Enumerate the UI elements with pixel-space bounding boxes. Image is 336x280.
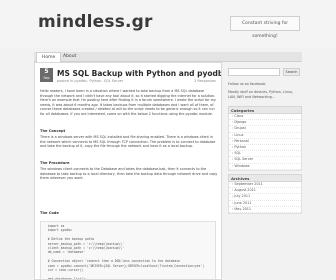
concept-text: There is a windows server with MS SQL in… bbox=[40, 135, 216, 149]
category-item[interactable]: ›Windows bbox=[229, 164, 301, 170]
category-item-label: Linux bbox=[234, 132, 244, 137]
site-header: mindless.gr Constant striving for someth… bbox=[0, 0, 336, 48]
sidebar: Search Follow us on facebook Mostly stuf… bbox=[228, 62, 302, 280]
procedure-text: The windows client connects to the Datab… bbox=[40, 167, 218, 181]
code-heading: The Code bbox=[40, 211, 59, 215]
search-input[interactable] bbox=[228, 68, 280, 76]
search-button[interactable]: Search bbox=[283, 68, 300, 76]
concept-heading: The Concept bbox=[40, 129, 66, 133]
site-logo[interactable]: mindless.gr bbox=[38, 12, 153, 32]
category-item-label: Drupal bbox=[234, 126, 246, 131]
post-title[interactable]: MS SQL Backup with Python and pyodbc bbox=[57, 69, 221, 78]
code-block: import os import pyodbc # Define the bac… bbox=[40, 221, 216, 279]
archive-item-label: September 2011 bbox=[234, 182, 263, 186]
post-date-badge: 5 Sep bbox=[40, 68, 53, 82]
post-meta: posted in pyodbc, Python, SQL Server bbox=[57, 79, 124, 83]
category-item-label: Cisco bbox=[234, 114, 244, 118]
categories-title: Categories bbox=[228, 106, 302, 114]
archive-item-label: August 2011 bbox=[234, 188, 256, 193]
archives-list: ›September 2011 ›August 2011 ›July 2011 ›Ju… bbox=[228, 182, 302, 215]
archive-item-label: July 2011 bbox=[234, 194, 251, 199]
category-item-label: Python bbox=[234, 145, 247, 150]
procedure-heading: The Procedure bbox=[40, 161, 70, 165]
category-item-label: Personal bbox=[234, 138, 249, 143]
category-item-label: SQL bbox=[234, 151, 242, 156]
category-item-label: Django bbox=[234, 120, 247, 125]
page: mindless.gr Constant striving for someth… bbox=[0, 0, 336, 280]
archive-item-label: June 2011 bbox=[234, 200, 252, 205]
post-content: 5 Sep MS SQL Backup with Python and pyod… bbox=[34, 62, 222, 280]
sidebar-tech-text: Mostly stuff on devices, Python, Linux, … bbox=[228, 90, 294, 99]
category-item-label: Windows bbox=[234, 163, 250, 168]
category-item-label: SQL Server bbox=[234, 157, 254, 162]
archives-title: Archives bbox=[228, 174, 302, 182]
archive-item[interactable]: ›May 2011 bbox=[229, 206, 301, 214]
archive-item-label: May 2011 bbox=[234, 206, 252, 211]
post-date-day: 5 bbox=[44, 68, 49, 75]
sidebar-about-text[interactable]: Follow us on facebook bbox=[228, 82, 302, 87]
categories-list: ›Cisco ›Django ›Drupal ›Linux ›Personal ›Pyth… bbox=[228, 114, 302, 171]
post-date-month: Sep bbox=[43, 76, 50, 80]
post-intro: Hello readers, I have been in a situatio… bbox=[40, 89, 216, 116]
nav-item-about[interactable]: About bbox=[58, 52, 81, 62]
main-nav: Home About bbox=[34, 52, 302, 62]
site-tagline: Constant striving for something! bbox=[230, 16, 300, 39]
comments-link[interactable]: 2 Responses bbox=[194, 79, 216, 83]
